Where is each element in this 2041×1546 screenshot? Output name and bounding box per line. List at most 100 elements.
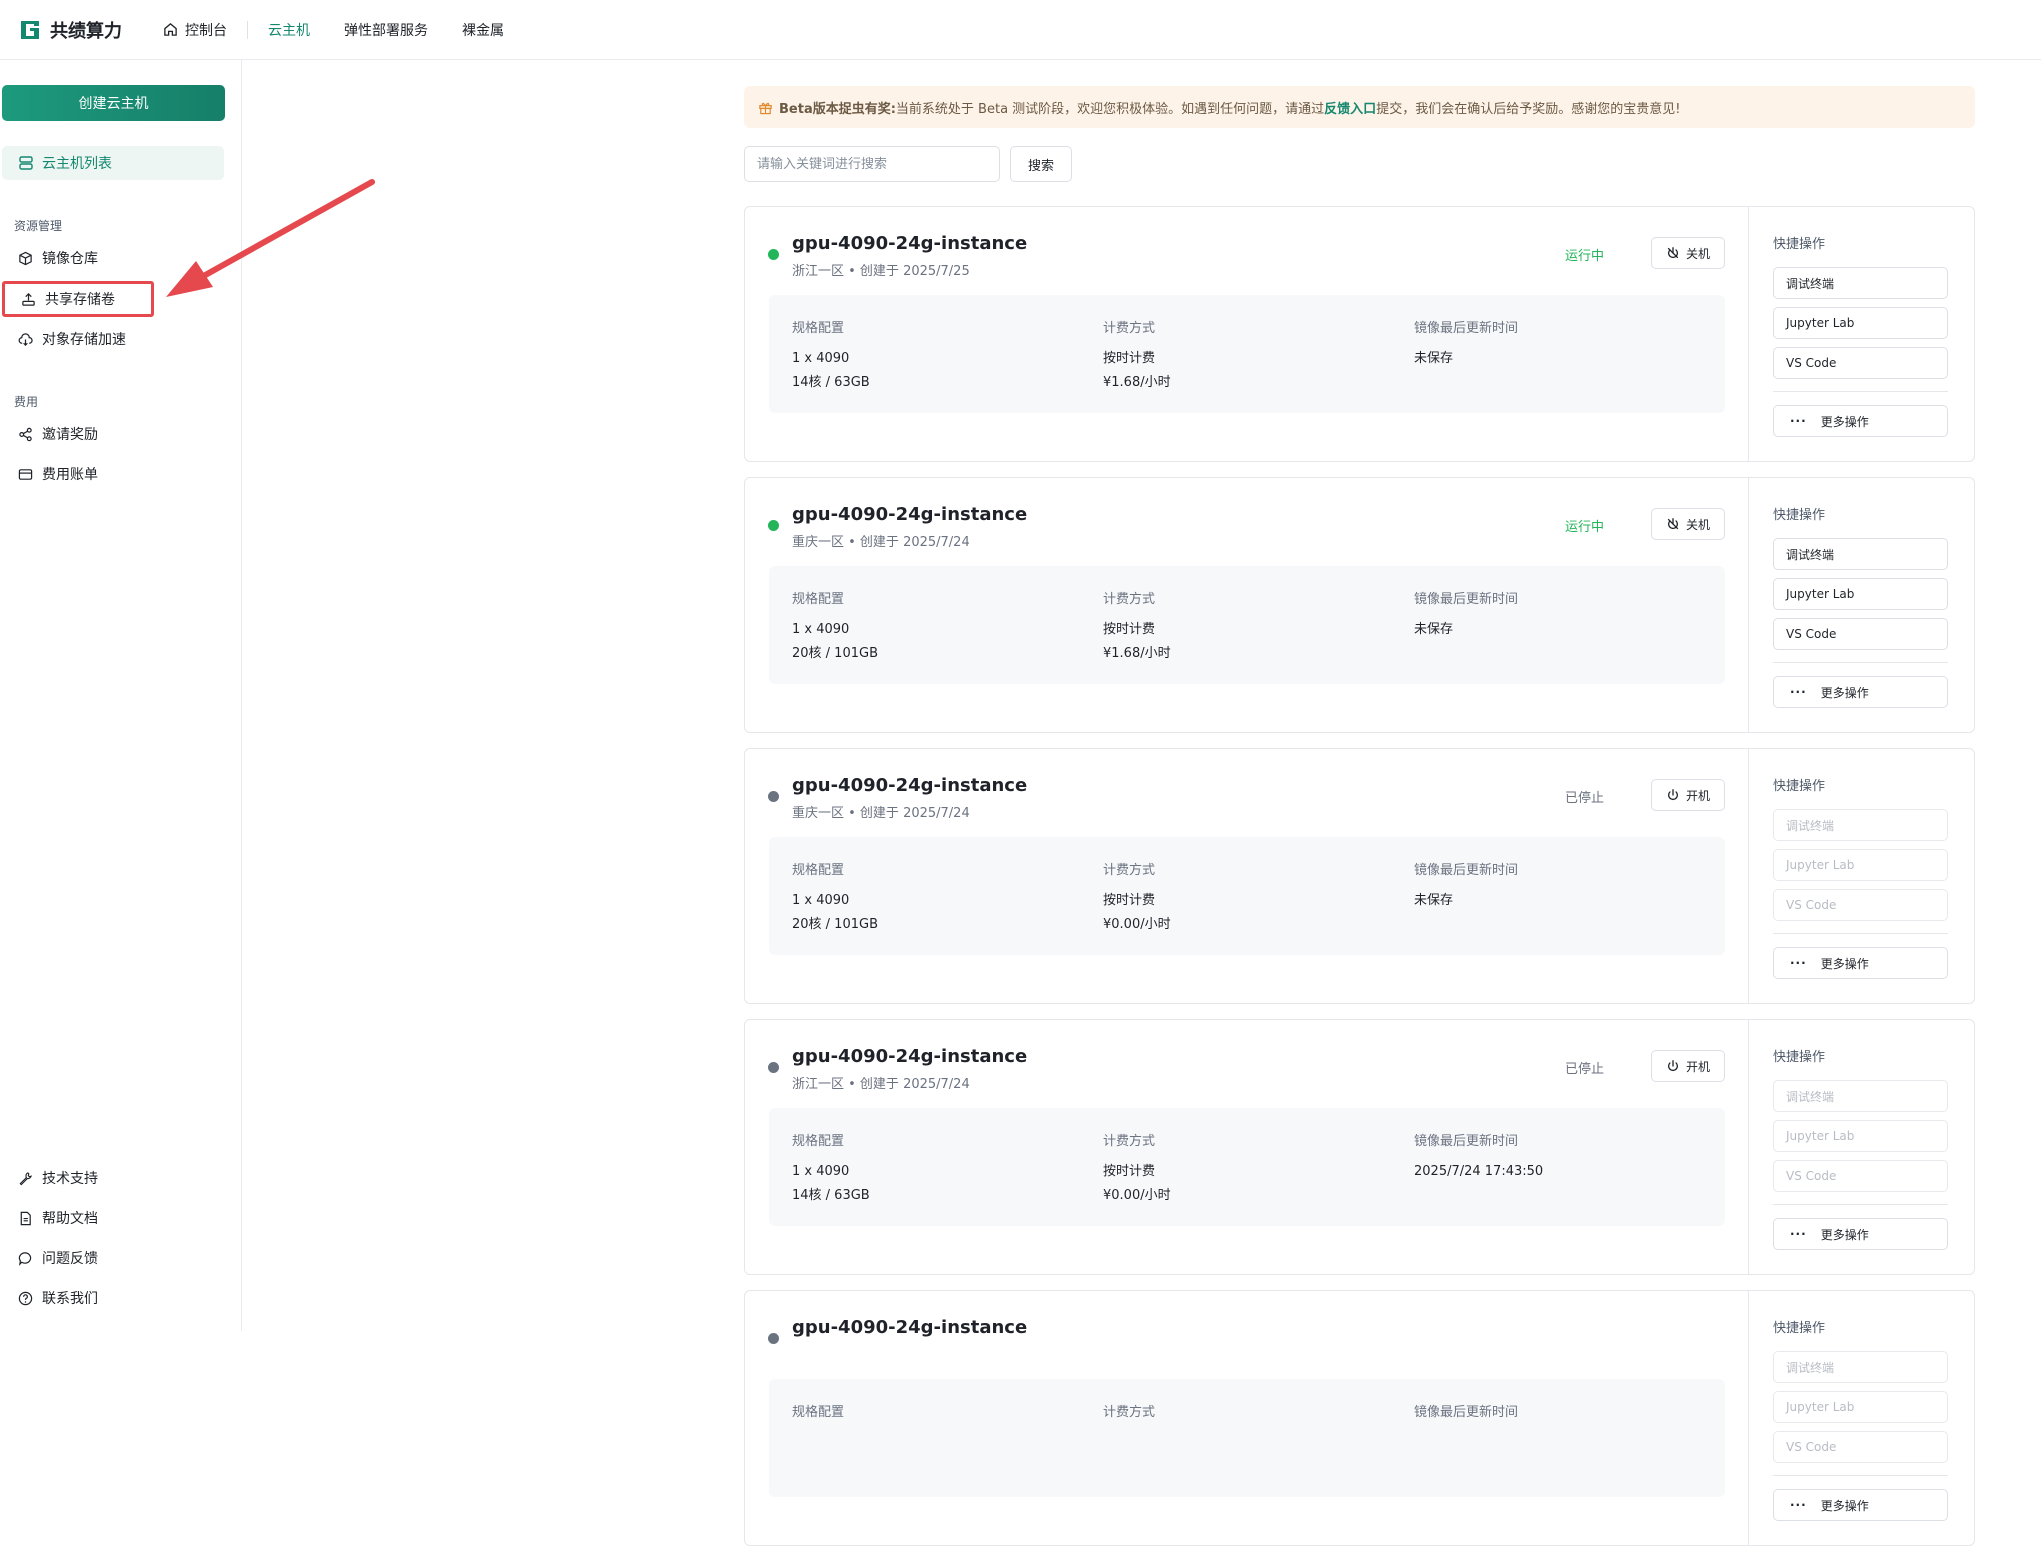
vscode-button[interactable]: VS Code [1773, 1160, 1948, 1192]
status-badge: 已停止 [1565, 1062, 1605, 1077]
jupyter-lab-button[interactable]: Jupyter Lab [1773, 1391, 1948, 1423]
nav-cloud-host[interactable]: 云主机 [251, 0, 327, 60]
top-nav-bar: 共绩算力 控制台 云主机 弹性部署服务 裸金属 [0, 0, 2041, 60]
instance-name[interactable]: gpu-4090-24g-instance [792, 504, 1027, 525]
more-ops-button[interactable]: ··· 更多操作 [1773, 405, 1948, 437]
spec-panel: 规格配置 1 x 4090 20核 / 101GB 计费方式 按时计费 ¥0.0… [769, 837, 1725, 955]
spec-label: 规格配置 [792, 1134, 845, 1149]
main-content: Beta版本捉虫有奖: 当前系统处于 Beta 测试阶段，欢迎您积极体验。如遇到… [243, 60, 2041, 1546]
quick-ops-title: 快捷操作 [1773, 1321, 1826, 1336]
sidebar-item-label: 技术支持 [42, 1171, 98, 1187]
power-toggle-button[interactable]: 开机 [1651, 779, 1725, 811]
instance-info: gpu-4090-24g-instance 重庆一区 • 创建于 2025/7/… [745, 749, 1749, 1003]
sidebar-item-feedback[interactable]: 问题反馈 [2, 1240, 154, 1276]
sidebar-item-image-repo[interactable]: 镜像仓库 [2, 240, 154, 276]
nav-elastic-deploy[interactable]: 弹性部署服务 [327, 0, 445, 60]
instance-name[interactable]: gpu-4090-24g-instance [792, 233, 1027, 254]
divider [1773, 1204, 1948, 1205]
beta-text-after: 提交，我们会在确认后给予奖励。感谢您的宝贵意见! [1376, 101, 1681, 117]
cube-icon [19, 251, 32, 265]
vscode-button[interactable]: VS Code [1773, 618, 1948, 650]
search-input[interactable] [744, 146, 1000, 182]
billing-label: 计费方式 [1103, 1134, 1156, 1149]
debug-terminal-button[interactable]: 调试终端 [1773, 1351, 1948, 1383]
jupyter-lab-button[interactable]: Jupyter Lab [1773, 1120, 1948, 1152]
instance-card: gpu-4090-24g-instance 重庆一区 • 创建于 2025/7/… [744, 477, 1975, 733]
billing-mode: 按时计费 [1103, 622, 1156, 637]
jupyter-lab-button[interactable]: Jupyter Lab [1773, 307, 1948, 339]
more-ops-button[interactable]: ··· 更多操作 [1773, 1489, 1948, 1521]
instance-name[interactable]: gpu-4090-24g-instance [792, 1046, 1027, 1067]
instance-name[interactable]: gpu-4090-24g-instance [792, 775, 1027, 796]
sidebar-item-invite[interactable]: 邀请奖励 [2, 416, 154, 452]
billing-mode: 按时计费 [1103, 893, 1156, 908]
nav-console[interactable]: 控制台 [146, 0, 244, 60]
sidebar-item-tech-support[interactable]: 技术支持 [2, 1160, 154, 1196]
sidebar-item-contact[interactable]: 联系我们 [2, 1280, 154, 1316]
sidebar: 创建云主机 云主机列表 资源管理 镜像仓库 共享存储卷 对象存储加速 费用 邀请… [0, 60, 242, 1331]
image-updated-value: 未保存 [1414, 893, 1454, 908]
instance-region-date: 浙江一区 • 创建于 2025/7/24 [792, 1077, 970, 1092]
divider [1773, 1475, 1948, 1476]
power-toggle-button[interactable]: 开机 [1651, 1050, 1725, 1082]
power-button-label: 关机 [1685, 246, 1710, 261]
power-button-label: 开机 [1685, 788, 1710, 803]
more-ops-button[interactable]: ··· 更多操作 [1773, 947, 1948, 979]
spec-column: 规格配置 1 x 4090 20核 / 101GB [792, 859, 878, 937]
more-dots-icon: ··· [1790, 1227, 1807, 1241]
spec-column: 规格配置 1 x 4090 20核 / 101GB [792, 588, 878, 666]
billing-column: 计费方式 按时计费 ¥1.68/小时 [1103, 317, 1171, 395]
vscode-button[interactable]: VS Code [1773, 347, 1948, 379]
billing-column: 计费方式 按时计费 ¥0.00/小时 [1103, 859, 1171, 937]
instance-info: gpu-4090-24g-instance 浙江一区 • 创建于 2025/7/… [745, 207, 1749, 461]
brand[interactable]: 共绩算力 [18, 17, 146, 43]
jupyter-lab-button[interactable]: Jupyter Lab [1773, 578, 1948, 610]
jupyter-lab-button[interactable]: Jupyter Lab [1773, 849, 1948, 881]
image-column: 镜像最后更新时间 2025/7/24 17:43:50 [1414, 1130, 1543, 1184]
vscode-button[interactable]: VS Code [1773, 889, 1948, 921]
spec-column: 规格配置 1 x 4090 14核 / 63GB [792, 317, 870, 395]
image-updated-label: 镜像最后更新时间 [1414, 1134, 1519, 1149]
sidebar-item-object-storage[interactable]: 对象存储加速 [2, 321, 154, 357]
spec-column: 规格配置 [792, 1401, 844, 1431]
billing-price: ¥1.68/小时 [1103, 646, 1171, 661]
beta-feedback-link[interactable]: 反馈入口 [1324, 98, 1376, 117]
more-ops-label: 更多操作 [1820, 685, 1869, 700]
more-ops-label: 更多操作 [1820, 1498, 1869, 1513]
more-ops-button[interactable]: ··· 更多操作 [1773, 1218, 1948, 1250]
debug-terminal-button[interactable]: 调试终端 [1773, 538, 1948, 570]
debug-terminal-button[interactable]: 调试终端 [1773, 809, 1948, 841]
sidebar-item-help-docs[interactable]: 帮助文档 [2, 1200, 154, 1236]
search-button[interactable]: 搜索 [1010, 146, 1072, 182]
quick-ops-panel: 快捷操作 调试终端 Jupyter Lab VS Code ··· 更多操作 [1749, 1291, 1974, 1545]
power-toggle-button[interactable]: 关机 [1651, 237, 1725, 269]
power-icon [1667, 518, 1679, 530]
sidebar-item-label: 云主机列表 [42, 156, 112, 172]
sidebar-item-vm-list[interactable]: 云主机列表 [2, 146, 224, 180]
more-ops-label: 更多操作 [1820, 1227, 1869, 1242]
power-icon [1667, 247, 1679, 259]
debug-terminal-button[interactable]: 调试终端 [1773, 1080, 1948, 1112]
divider [1773, 662, 1948, 663]
sidebar-item-bills[interactable]: 费用账单 [2, 456, 154, 492]
spec-panel: 规格配置 1 x 4090 20核 / 101GB 计费方式 按时计费 ¥1.6… [769, 566, 1725, 684]
vscode-button[interactable]: VS Code [1773, 1431, 1948, 1463]
document-icon [20, 1211, 31, 1225]
status-badge: 已停止 [1565, 791, 1605, 806]
nav-bare-metal[interactable]: 裸金属 [445, 0, 521, 60]
status-badge: 运行中 [1565, 520, 1605, 535]
image-updated-value: 2025/7/24 17:43:50 [1414, 1164, 1544, 1179]
power-toggle-button[interactable]: 关机 [1651, 508, 1725, 540]
quick-ops-panel: 快捷操作 调试终端 Jupyter Lab VS Code ··· 更多操作 [1749, 1020, 1974, 1274]
quick-ops-title: 快捷操作 [1773, 237, 1826, 252]
debug-terminal-button[interactable]: 调试终端 [1773, 267, 1948, 299]
cpu-memory-spec: 14核 / 63GB [792, 375, 870, 390]
more-ops-button[interactable]: ··· 更多操作 [1773, 676, 1948, 708]
sidebar-item-shared-storage[interactable]: 共享存储卷 [2, 281, 154, 317]
instance-name[interactable]: gpu-4090-24g-instance [792, 1317, 1027, 1338]
create-cloud-host-button[interactable]: 创建云主机 [2, 85, 225, 121]
more-ops-label: 更多操作 [1820, 414, 1869, 429]
server-icon [19, 156, 33, 170]
billing-label: 计费方式 [1103, 592, 1156, 607]
image-updated-value: 未保存 [1414, 622, 1454, 637]
